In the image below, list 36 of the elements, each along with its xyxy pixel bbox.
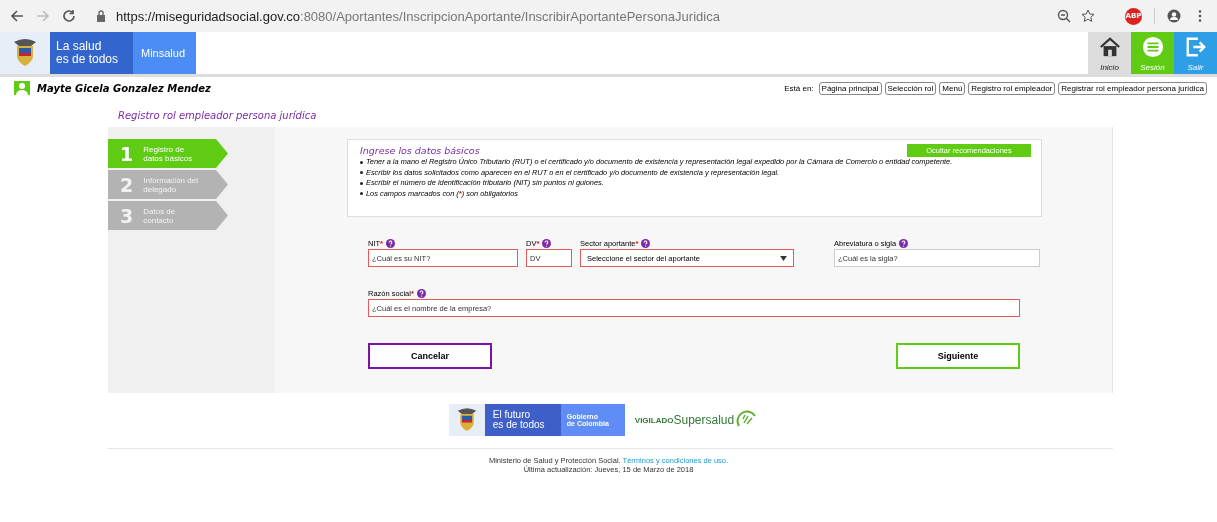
menu-icon [1141, 36, 1164, 58]
lock-icon [96, 10, 106, 22]
bullet-icon [360, 181, 363, 185]
cancel-button[interactable]: Cancelar [368, 343, 492, 369]
user-name: Mayte Gicela Gonzalez Mendez [37, 82, 211, 94]
next-button[interactable]: Siguiente [896, 343, 1020, 369]
recommendations-title: Ingrese los datos básicos [360, 145, 480, 156]
star-icon[interactable] [1081, 9, 1095, 23]
supersalud-logo: VIGILADOSupersalud [634, 410, 759, 430]
bullet-icon [360, 192, 363, 196]
help-icon[interactable] [416, 288, 426, 298]
url-text: https://miseguridadsocial.gov.co:8080/Aportantes/InscripcionAportante/InscribirAportantePersonaJuridica [116, 8, 721, 24]
user-icon [14, 81, 30, 95]
breadcrumb-link[interactable]: Menú [939, 81, 966, 95]
home-icon [1098, 36, 1121, 58]
exit-icon [1184, 36, 1207, 58]
page-title: Registro rol empleador persona jurídica [117, 109, 318, 123]
back-icon[interactable] [10, 9, 24, 23]
account-icon[interactable] [1167, 9, 1181, 23]
breadcrumb-link[interactable]: Selección rol [884, 81, 937, 95]
help-icon[interactable] [899, 238, 909, 248]
bullet-icon [360, 160, 363, 164]
breadcrumb-link[interactable]: Registrar rol empleador persona jurídica [1058, 81, 1207, 95]
zoom-out-icon[interactable] [1057, 9, 1071, 23]
help-icon[interactable] [542, 238, 552, 248]
nav-button[interactable]: Inicio [1088, 32, 1131, 74]
bullet-icon [360, 171, 363, 175]
help-icon[interactable] [641, 238, 651, 248]
breadcrumb-link[interactable]: Página principal [818, 81, 882, 95]
breadcrumb-label: Está en: [784, 83, 814, 93]
caret-icon [780, 255, 787, 261]
brand-logo: La salud es de todos [50, 32, 133, 74]
ministry-logo: Minsalud [133, 32, 196, 74]
reload-icon[interactable] [62, 9, 76, 23]
breadcrumb-link[interactable]: Registro rol empleador [968, 81, 1056, 95]
help-icon[interactable] [386, 238, 395, 248]
